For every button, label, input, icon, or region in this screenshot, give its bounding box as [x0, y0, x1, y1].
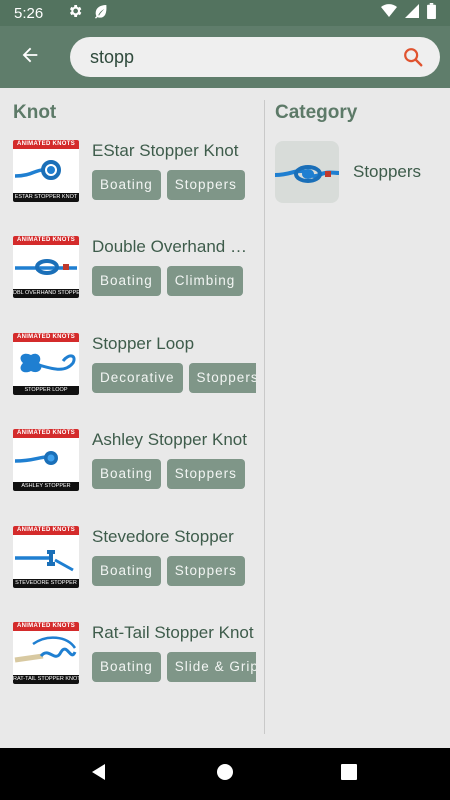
- knot-list-item[interactable]: ANIMATED KNOTS ESTAR STOPPER KNOT EStar St…: [0, 140, 264, 236]
- knot-list: ANIMATED KNOTS ESTAR STOPPER KNOT EStar St…: [0, 140, 264, 718]
- system-nav-bar: [0, 748, 450, 800]
- knot-tags: Boating Climbing: [92, 266, 256, 298]
- knot-name: Double Overhand Stopper: [92, 237, 258, 257]
- knot-list-item[interactable]: ANIMATED KNOTS STEVEDORE STOPPER Stevedore…: [0, 525, 264, 622]
- search-icon[interactable]: [400, 44, 426, 70]
- knot-name: EStar Stopper Knot: [92, 141, 239, 160]
- knot-results-column: Knot ANIMATED KNOTS ESTAR STOPPER KNOT ESt…: [0, 88, 264, 748]
- thumbnail-caption: ESTAR STOPPER KNOT: [14, 194, 78, 200]
- knot-list-item[interactable]: ANIMATED KNOTS ASHLEY STOPPER Ashley Stopp…: [0, 429, 264, 525]
- category-results-column: Category Stoppers: [265, 88, 450, 748]
- tag-chip[interactable]: Boating: [92, 459, 161, 490]
- knot-name: Stopper Loop: [92, 333, 195, 353]
- tag-chip[interactable]: Stoppers: [166, 170, 245, 200]
- knot-thumbnail: ANIMATED KNOTS DBL OVERHAND STOPPER: [13, 236, 79, 299]
- status-bar: 5:26: [0, 0, 450, 26]
- knot-tags: Boating Stoppers: [92, 459, 256, 491]
- tag-chip[interactable]: Stoppers: [166, 555, 245, 586]
- tag-chip[interactable]: Decorative: [92, 362, 183, 393]
- knot-list-item[interactable]: ANIMATED KNOTS RAT-TAIL STOPPER KNOT Rat-T…: [0, 621, 264, 718]
- knot-list-item[interactable]: ANIMATED KNOTS STOPPER LOOP Stopper Loop De…: [0, 332, 264, 429]
- thumbnail-banner-text: ANIMATED KNOTS: [16, 333, 76, 340]
- knot-thumbnail: ANIMATED KNOTS STEVEDORE STOPPER: [13, 525, 79, 588]
- tag-chip[interactable]: Climbing: [166, 266, 244, 297]
- thumbnail-banner-text: ANIMATED KNOTS: [16, 526, 76, 533]
- home-circle-icon: [216, 763, 234, 786]
- tag-chip[interactable]: Stoppers: [188, 362, 256, 393]
- thumbnail-caption: STEVEDORE STOPPER: [15, 579, 77, 586]
- back-button[interactable]: [0, 26, 60, 88]
- battery-icon: [427, 2, 436, 24]
- knot-tags: Decorative Stoppers: [92, 362, 256, 395]
- thumbnail-caption: RAT-TAIL STOPPER KNOT: [13, 675, 79, 682]
- thumbnail-banner-text: ANIMATED KNOTS: [16, 237, 76, 244]
- knot-thumbnail: ANIMATED KNOTS ASHLEY STOPPER: [13, 429, 79, 492]
- knot-name: Rat-Tail Stopper Knot: [92, 622, 254, 642]
- signal-icon: [405, 3, 419, 23]
- thumbnail-banner-text: ANIMATED KNOTS: [16, 141, 76, 147]
- search-results: Knot ANIMATED KNOTS ESTAR STOPPER KNOT ESt…: [0, 88, 450, 748]
- category-item-stoppers[interactable]: Stoppers: [275, 141, 445, 203]
- tag-chip[interactable]: Boating: [92, 555, 161, 586]
- nav-home-button[interactable]: [195, 748, 255, 800]
- knot-name: Ashley Stopper Knot: [92, 430, 247, 450]
- thumbnail-caption: STOPPER LOOP: [24, 386, 68, 393]
- nav-back-button[interactable]: [69, 748, 129, 800]
- search-box[interactable]: [70, 37, 440, 77]
- leaf-icon: [93, 3, 109, 24]
- knot-thumbnail: ANIMATED KNOTS ESTAR STOPPER KNOT: [13, 140, 79, 202]
- category-label: Stoppers: [353, 162, 422, 181]
- arrow-back-icon: [19, 44, 41, 71]
- thumbnail-banner-text: ANIMATED KNOTS: [16, 622, 76, 629]
- category-section-title: Category: [275, 102, 358, 123]
- app-bar: [0, 26, 450, 88]
- wifi-icon: [381, 3, 397, 23]
- knot-thumbnail: ANIMATED KNOTS RAT-TAIL STOPPER KNOT: [13, 621, 79, 684]
- knot-section-title: Knot: [13, 102, 57, 123]
- knot-name: Stevedore Stopper: [92, 526, 234, 546]
- knot-list-item[interactable]: ANIMATED KNOTS DBL OVERHAND STOPPER Double…: [0, 236, 264, 332]
- knot-tags: Boating Stoppers: [92, 555, 256, 588]
- tag-chip[interactable]: Boating: [92, 170, 161, 200]
- nav-recents-button[interactable]: [319, 748, 379, 800]
- tag-chip[interactable]: Slide & Grip: [166, 651, 256, 682]
- search-input[interactable]: [90, 46, 400, 68]
- tag-chip[interactable]: Boating: [92, 651, 161, 682]
- recents-square-icon: [341, 763, 357, 785]
- thumbnail-caption: DBL OVERHAND STOPPER: [13, 290, 79, 297]
- back-triangle-icon: [90, 763, 108, 786]
- status-time: 5:26: [14, 4, 44, 22]
- thumbnail-banner-text: ANIMATED KNOTS: [16, 430, 76, 437]
- knot-tags: Boating Slide & Grip: [92, 651, 256, 684]
- knot-thumbnail: ANIMATED KNOTS STOPPER LOOP: [13, 332, 79, 395]
- knot-tags: Boating Stoppers: [92, 170, 256, 202]
- thumbnail-caption: ASHLEY STOPPER: [21, 483, 71, 490]
- settings-gear-icon: [67, 3, 83, 24]
- tag-chip[interactable]: Boating: [92, 266, 161, 297]
- tag-chip[interactable]: Stoppers: [166, 459, 245, 490]
- category-thumbnail: [275, 141, 339, 203]
